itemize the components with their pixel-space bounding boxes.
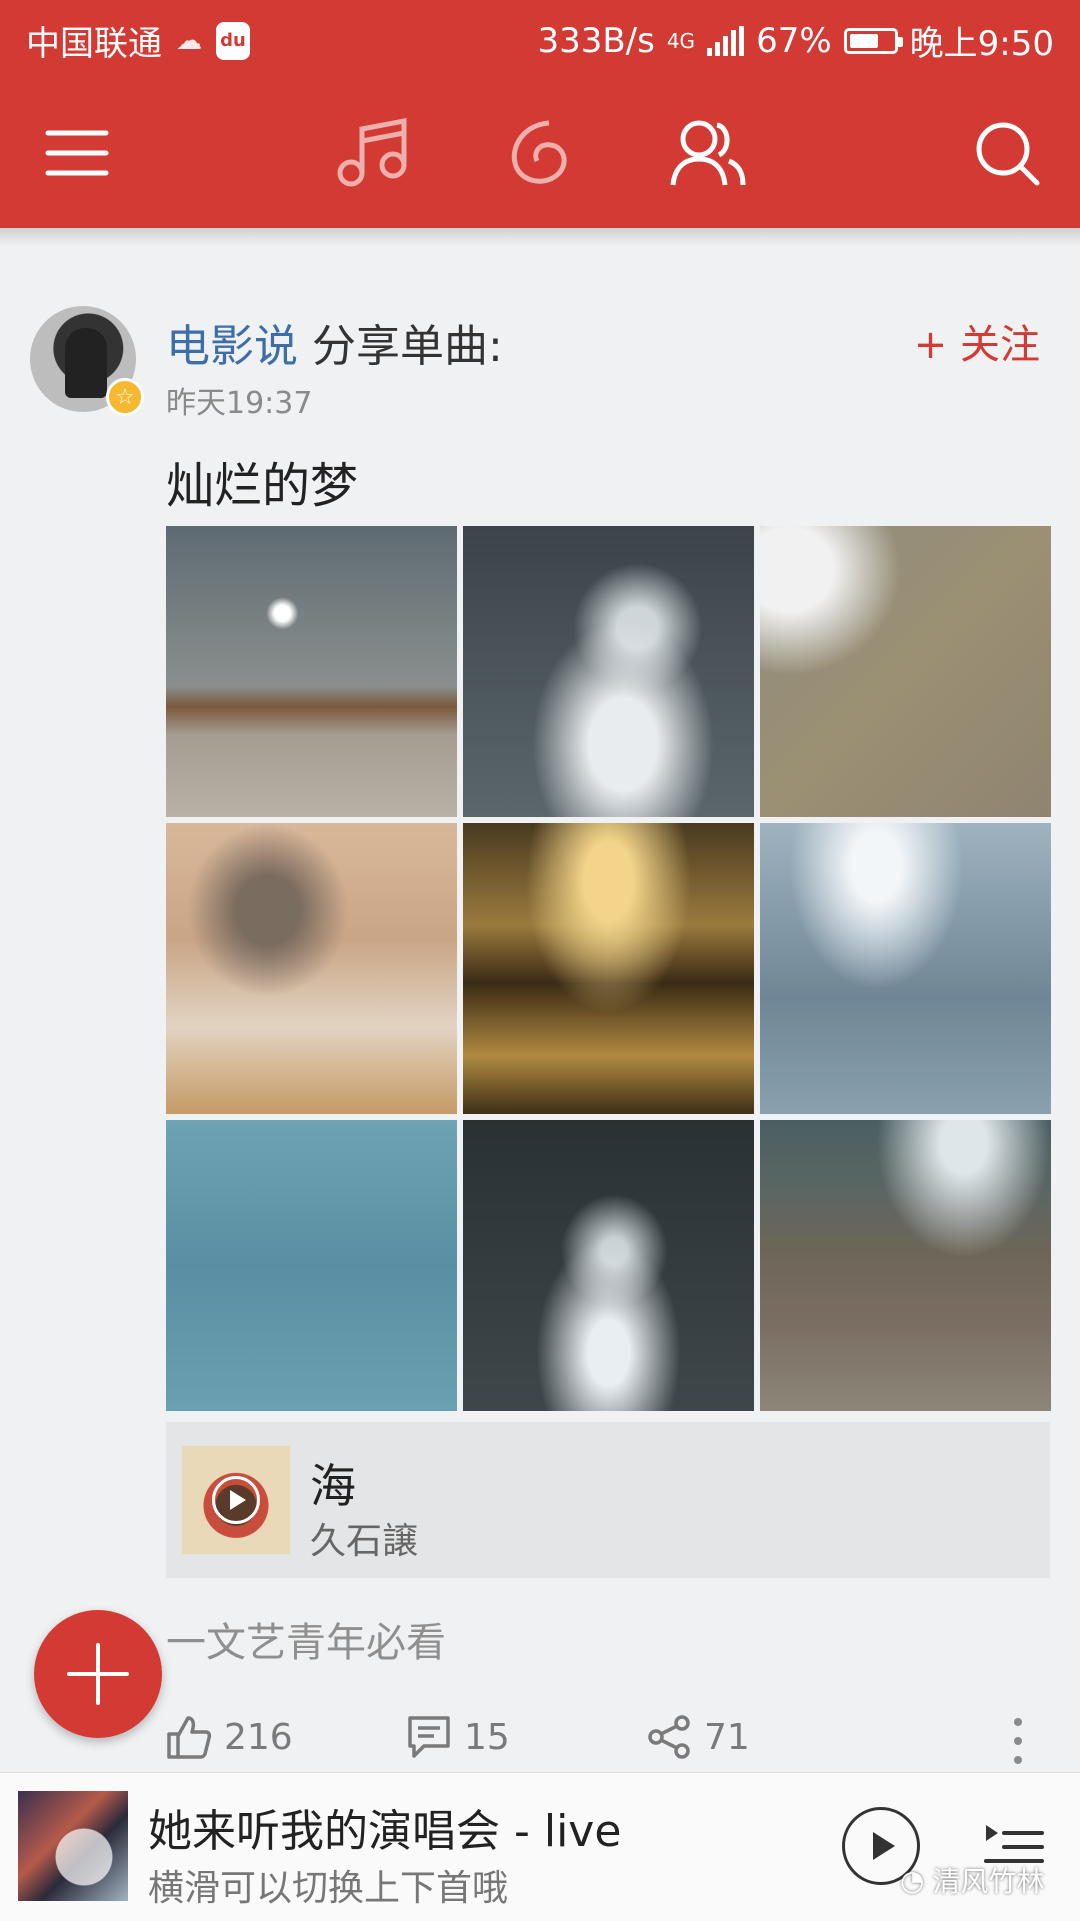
comment-icon xyxy=(408,1716,450,1758)
watermark: ◔ 清风竹林 xyxy=(900,1860,1044,1900)
photo-thumbnail[interactable] xyxy=(463,1120,754,1411)
du-badge-text: du xyxy=(220,30,246,51)
photo-thumbnail[interactable] xyxy=(463,526,754,817)
comment-button[interactable]: 15 xyxy=(406,1714,510,1760)
follow-button[interactable]: + 关注 xyxy=(914,312,1040,370)
post-title: 灿烂的梦 xyxy=(166,458,359,514)
photo-thumbnail[interactable] xyxy=(760,1120,1051,1411)
comment-count: 15 xyxy=(464,1716,510,1758)
photo-thumbnail[interactable] xyxy=(166,526,457,817)
top-app-bar: 中国联通 ☁ du 333B/s 4G 67% 晚上9:50 xyxy=(0,0,1080,228)
song-cover xyxy=(182,1446,290,1554)
netease-icon[interactable] xyxy=(500,112,582,194)
status-bar: 中国联通 ☁ du 333B/s 4G 67% 晚上9:50 xyxy=(0,0,1080,76)
network-type: 4G xyxy=(666,28,696,53)
more-options-icon[interactable] xyxy=(1014,1718,1024,1764)
author-name[interactable]: 电影说 xyxy=(166,321,298,372)
carrier-label: 中国联通 xyxy=(26,24,162,64)
post-time: 昨天19:37 xyxy=(166,386,313,421)
post-caption: 一文艺青年必看 xyxy=(166,1620,446,1666)
star-badge-icon: ☆ xyxy=(106,378,144,416)
battery-percent: 67% xyxy=(756,20,832,61)
share-count: 71 xyxy=(704,1716,750,1758)
header-shadow xyxy=(0,228,1080,246)
battery-fill xyxy=(849,33,878,48)
watermark-text: 清风竹林 xyxy=(932,1865,1045,1898)
play-icon[interactable] xyxy=(212,1476,260,1524)
plus-icon xyxy=(67,1643,129,1705)
share-button[interactable]: 71 xyxy=(646,1714,750,1760)
network-speed: 333B/s xyxy=(537,20,655,61)
like-button[interactable]: 216 xyxy=(166,1714,293,1760)
image-grid xyxy=(166,526,1051,1411)
clock: 晚上9:50 xyxy=(909,24,1054,64)
compose-button[interactable] xyxy=(34,1610,162,1738)
friends-icon[interactable] xyxy=(666,112,748,194)
weather-icon: ☁ xyxy=(176,25,202,56)
song-artist: 久石譲 xyxy=(310,1521,419,1562)
share-action-label: 分享单曲: xyxy=(312,321,503,372)
battery-icon xyxy=(843,27,903,54)
music-note-icon[interactable] xyxy=(332,112,414,194)
photo-thumbnail[interactable] xyxy=(166,823,457,1114)
now-playing-hint: 横滑可以切换上下首哦 xyxy=(148,1868,509,1909)
nav-bar xyxy=(0,76,1080,228)
du-app-icon: du xyxy=(216,21,250,60)
song-name: 海 xyxy=(310,1459,356,1513)
photo-thumbnail[interactable] xyxy=(463,823,754,1114)
photo-thumbnail[interactable] xyxy=(760,823,1051,1114)
now-playing-title: 她来听我的演唱会 - live xyxy=(148,1806,622,1857)
menu-icon[interactable] xyxy=(36,112,118,194)
photo-thumbnail[interactable] xyxy=(166,1120,457,1411)
post-header: 电影说 分享单曲: xyxy=(166,310,503,374)
photo-thumbnail[interactable] xyxy=(760,526,1051,817)
post-actions: 216 15 71 xyxy=(166,1714,1050,1768)
share-icon xyxy=(648,1715,690,1759)
wechat-icon: ◔ xyxy=(900,1863,925,1897)
now-playing-cover[interactable] xyxy=(18,1791,128,1901)
thumbs-up-icon xyxy=(167,1716,212,1759)
shared-song-card[interactable]: 海 久石譲 xyxy=(166,1422,1050,1578)
signal-icon xyxy=(707,25,745,56)
search-icon[interactable] xyxy=(966,112,1048,194)
like-count: 216 xyxy=(224,1716,293,1758)
